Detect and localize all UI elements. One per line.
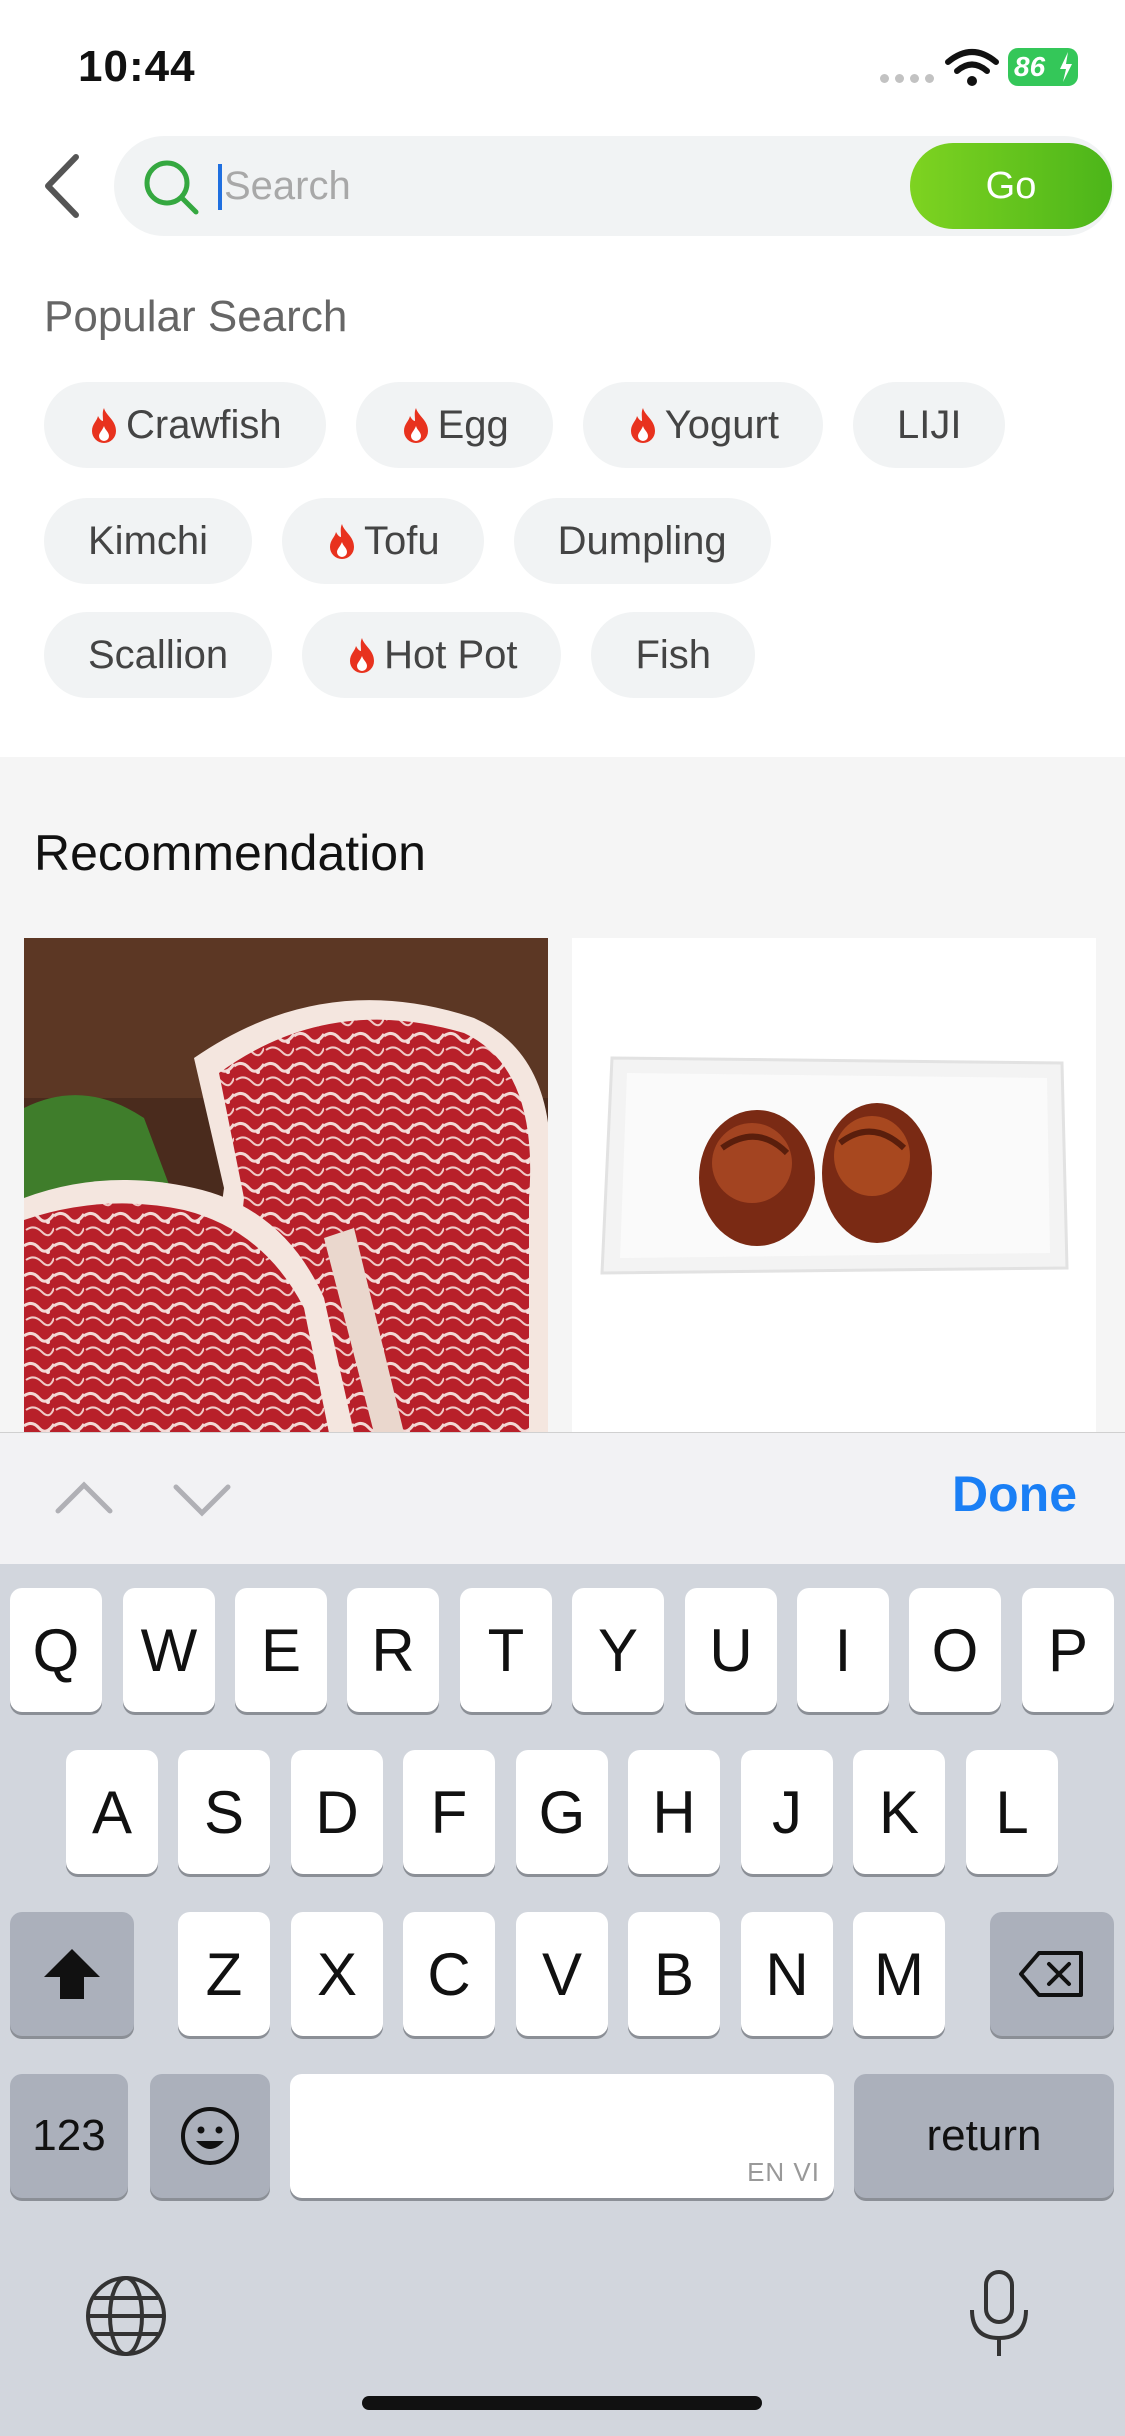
key-w[interactable]: W [123, 1588, 215, 1712]
wifi-icon [945, 49, 999, 86]
tag-label: Scallion [88, 632, 229, 677]
popular-search-title: Popular Search [44, 292, 348, 341]
chevron-left-icon [45, 154, 79, 218]
next-field-button[interactable] [170, 1469, 234, 1529]
key-l[interactable]: L [966, 1750, 1058, 1874]
fire-icon [403, 408, 428, 443]
emoji-icon [181, 2107, 239, 2165]
tag-label: Crawfish [126, 402, 282, 447]
key-b[interactable]: B [628, 1912, 720, 2036]
key-o[interactable]: O [909, 1588, 1001, 1712]
battery-indicator: 86 [1008, 48, 1078, 86]
tag-dumpling[interactable]: Dumpling [513, 498, 771, 584]
input-languages-hint: EN VI [747, 2157, 820, 2187]
tag-label: Kimchi [88, 518, 209, 563]
tag-row: Kimchi Tofu Dumpling [44, 498, 771, 584]
tag-crawfish[interactable]: Crawfish [44, 382, 326, 468]
tag-liji[interactable]: LIJI [852, 382, 1006, 468]
product-card-beef[interactable] [24, 938, 548, 1433]
numbers-key[interactable]: 123 [10, 2074, 128, 2198]
fire-icon [92, 408, 116, 443]
recommendation-title: Recommendation [34, 825, 426, 881]
tag-label: Hot Pot [384, 632, 518, 677]
key-h[interactable]: H [628, 1750, 720, 1874]
fire-icon [330, 524, 355, 559]
status-bar: 10:44 86 [0, 0, 1125, 130]
fire-icon [630, 408, 655, 443]
tag-label: Egg [437, 402, 509, 447]
home-indicator [362, 2396, 762, 2410]
charging-bolt-icon [1060, 52, 1072, 82]
tag-label: Dumpling [557, 518, 727, 563]
tag-tofu[interactable]: Tofu [282, 498, 484, 584]
product-card-pork-knuckle[interactable] [572, 938, 1096, 1433]
key-d[interactable]: D [291, 1750, 383, 1874]
previous-field-button[interactable] [52, 1469, 116, 1529]
key-n[interactable]: N [741, 1912, 833, 2036]
emoji-key[interactable] [150, 2074, 270, 2198]
key-g[interactable]: G [516, 1750, 608, 1874]
tag-egg[interactable]: Egg [355, 382, 553, 468]
microphone-icon[interactable] [964, 2268, 1034, 2360]
fire-icon [350, 638, 375, 673]
key-f[interactable]: F [403, 1750, 495, 1874]
key-s[interactable]: S [178, 1750, 270, 1874]
key-j[interactable]: J [741, 1750, 833, 1874]
beef-steak-image [24, 938, 548, 1433]
key-k[interactable]: K [853, 1750, 945, 1874]
backspace-icon [1019, 1951, 1083, 1997]
shift-icon [44, 1949, 100, 1999]
tag-kimchi[interactable]: Kimchi [44, 498, 253, 584]
tag-label: Yogurt [664, 402, 779, 447]
return-key[interactable]: return [854, 2074, 1114, 2198]
go-button[interactable]: Go [910, 143, 1112, 229]
tag-fish[interactable]: Fish [591, 612, 756, 698]
tag-scallion[interactable]: Scallion [44, 612, 273, 698]
key-a[interactable]: A [66, 1750, 158, 1874]
key-q[interactable]: Q [10, 1588, 102, 1712]
key-y[interactable]: Y [572, 1588, 664, 1712]
tag-row: Scallion Hot Pot Fish [44, 612, 756, 698]
tag-label: Fish [635, 632, 712, 677]
back-button[interactable] [34, 150, 90, 222]
key-u[interactable]: U [685, 1588, 777, 1712]
shift-key[interactable] [10, 1912, 134, 2036]
text-cursor [218, 164, 222, 210]
battery-level: 86 [1014, 51, 1046, 82]
key-i[interactable]: I [797, 1588, 889, 1712]
globe-icon[interactable] [84, 2274, 168, 2358]
key-p[interactable]: P [1022, 1588, 1114, 1712]
space-key[interactable]: EN VI [290, 2074, 834, 2198]
backspace-key[interactable] [990, 1912, 1114, 2036]
keyboard: Q W E R T Y U I O P A S D F G H J K L Z … [0, 1564, 1125, 2436]
braised-pork-knuckle-image [572, 938, 1096, 1433]
tag-label: Tofu [364, 518, 440, 563]
key-x[interactable]: X [291, 1912, 383, 2036]
search-icon [144, 160, 199, 215]
keyboard-accessory-bar: Done [0, 1432, 1125, 1565]
key-c[interactable]: C [403, 1912, 495, 2036]
tag-label: LIJI [896, 402, 962, 447]
key-e[interactable]: E [235, 1588, 327, 1712]
cellular-signal-icon [880, 74, 934, 83]
key-z[interactable]: Z [178, 1912, 270, 2036]
search-input[interactable] [224, 156, 664, 216]
key-r[interactable]: R [347, 1588, 439, 1712]
done-button[interactable]: Done [952, 1465, 1077, 1523]
tag-row: Crawfish Egg Yogurt LIJI [44, 382, 1006, 468]
key-t[interactable]: T [460, 1588, 552, 1712]
status-time: 10:44 [78, 42, 196, 91]
key-v[interactable]: V [516, 1912, 608, 2036]
tag-hot-pot[interactable]: Hot Pot [302, 612, 562, 698]
tag-yogurt[interactable]: Yogurt [582, 382, 823, 468]
key-m[interactable]: M [853, 1912, 945, 2036]
